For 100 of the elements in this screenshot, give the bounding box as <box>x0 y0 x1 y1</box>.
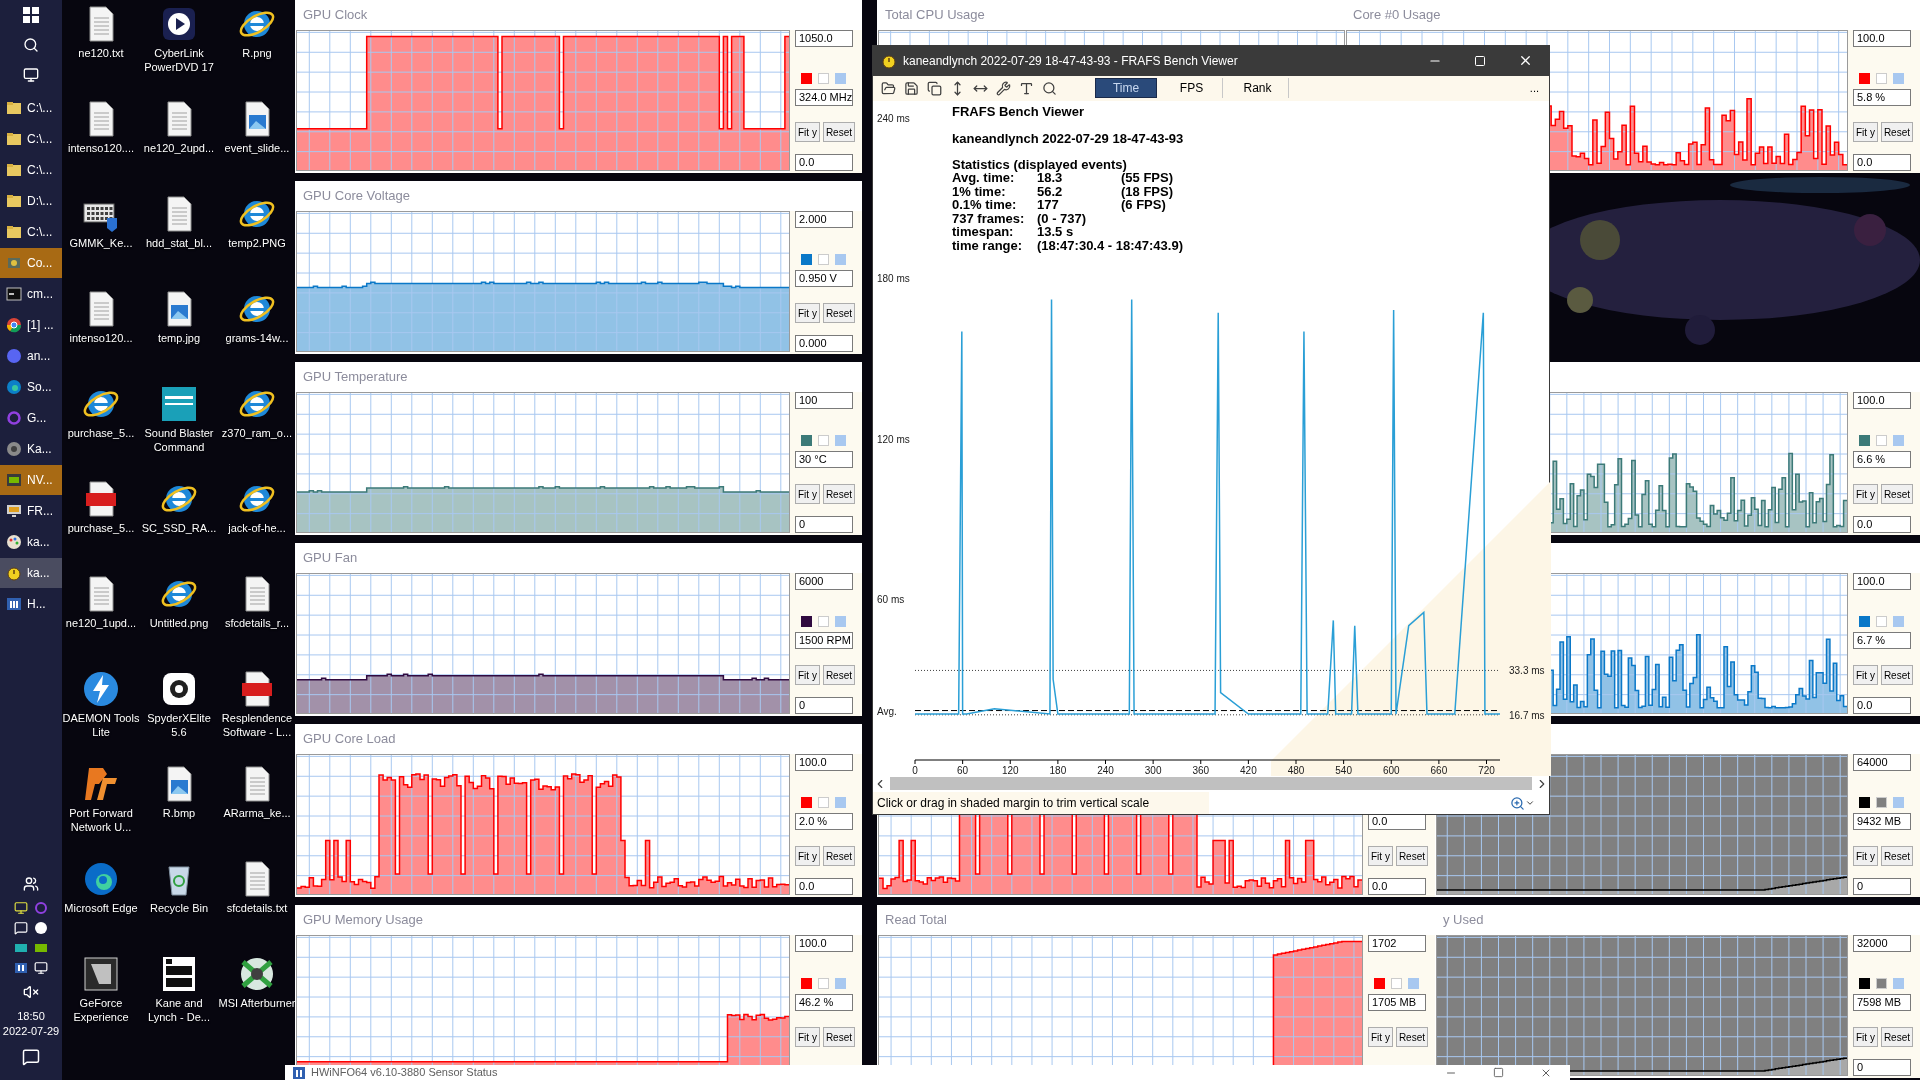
desktop-shortcut[interactable]: GMMK_Ke... <box>62 194 140 289</box>
taskbar-button[interactable]: C:\... <box>0 217 62 247</box>
reset-button[interactable]: Reset <box>822 846 855 866</box>
desktop-shortcut[interactable]: intenso120.... <box>62 99 140 194</box>
color-swatch[interactable] <box>818 797 829 808</box>
color-swatch[interactable] <box>818 978 829 989</box>
current-value-field[interactable]: 6.6 % <box>1853 451 1911 468</box>
current-value-field[interactable]: 30 °C <box>795 451 853 468</box>
desktop-shortcut[interactable]: ne120.txt <box>62 4 140 99</box>
max-value-field[interactable]: 2.000 <box>795 211 853 228</box>
taskbar-button[interactable]: [1] ... <box>0 310 62 340</box>
desktop-shortcut[interactable]: purchase_5... <box>62 479 140 574</box>
min-value-field[interactable]: 0.000 <box>795 335 853 352</box>
color-swatch[interactable] <box>1859 73 1870 84</box>
desktop-shortcut[interactable]: SC_SSD_RA... <box>140 479 218 574</box>
color-swatch[interactable] <box>801 978 812 989</box>
desktop-shortcut[interactable]: Untitled.png <box>140 574 218 669</box>
color-swatch[interactable] <box>1893 73 1904 84</box>
fit-y-button[interactable]: Fit y <box>1853 122 1878 142</box>
fit-y-button[interactable]: Fit y <box>795 1027 820 1047</box>
taskbar-button[interactable]: NV... <box>0 465 62 495</box>
taskbar-button[interactable]: FR... <box>0 496 62 526</box>
scrollbar-thumb[interactable] <box>890 777 1532 790</box>
reset-button[interactable]: Reset <box>1395 1027 1428 1047</box>
task-view-icon[interactable] <box>23 67 39 83</box>
color-swatch[interactable] <box>1859 616 1870 627</box>
chat-icon[interactable] <box>14 921 28 935</box>
fit-y-button[interactable]: Fit y <box>1853 484 1878 504</box>
color-swatch[interactable] <box>1859 797 1870 808</box>
color-swatch[interactable] <box>1391 978 1402 989</box>
color-swatch[interactable] <box>1876 435 1887 446</box>
reset-button[interactable]: Reset <box>822 303 855 323</box>
color-swatch[interactable] <box>1859 435 1870 446</box>
taskbar-button[interactable]: Co... <box>0 248 62 278</box>
color-swatch[interactable] <box>1893 797 1904 808</box>
fit-y-button[interactable]: Fit y <box>1368 1027 1393 1047</box>
fit-y-button[interactable]: Fit y <box>795 122 820 142</box>
taskbar-button[interactable]: ka... <box>0 527 62 557</box>
desktop-shortcut[interactable]: R.bmp <box>140 764 218 859</box>
taskbar-button[interactable]: So... <box>0 372 62 402</box>
taskbar-button[interactable]: ka... <box>0 558 62 588</box>
reset-button[interactable]: Reset <box>822 665 855 685</box>
wrench-icon[interactable] <box>996 80 1011 96</box>
max-value-field[interactable]: 100.0 <box>1853 392 1911 409</box>
desktop-shortcut[interactable]: sfcdetails.txt <box>218 859 296 954</box>
reset-button[interactable]: Reset <box>1880 1027 1913 1047</box>
color-swatch[interactable] <box>1876 797 1887 808</box>
min-value-field[interactable]: 0 <box>1853 1059 1911 1076</box>
min-value-field[interactable]: 0.0 <box>795 154 853 171</box>
current-value-field[interactable]: 7598 MB <box>1853 994 1911 1011</box>
reset-button[interactable]: Reset <box>1395 846 1428 866</box>
reset-button[interactable]: Reset <box>822 122 855 142</box>
ring-icon[interactable] <box>34 901 48 915</box>
color-swatch[interactable] <box>801 254 812 265</box>
desktop-shortcut[interactable]: GeForce Experience <box>62 954 140 1049</box>
max-value-field[interactable]: 100.0 <box>795 935 853 952</box>
desktop-shortcut[interactable]: Sound Blaster Command <box>140 384 218 479</box>
current-value-field[interactable]: 2.0 % <box>795 813 853 830</box>
color-swatch[interactable] <box>1859 978 1870 989</box>
desktop-shortcut[interactable]: MSI Afterburner <box>218 954 296 1049</box>
folder-icon[interactable] <box>881 80 896 96</box>
color-swatch[interactable] <box>835 73 846 84</box>
color-swatch[interactable] <box>835 616 846 627</box>
min-value-field[interactable]: 0 <box>795 697 853 714</box>
taskbar-button[interactable]: an... <box>0 341 62 371</box>
monitor-icon[interactable] <box>14 901 28 915</box>
desktop-shortcut[interactable]: ne120_1upd... <box>62 574 140 669</box>
desktop-shortcut[interactable]: Port Forward Network U... <box>62 764 140 859</box>
desktop-shortcut[interactable]: DAEMON Tools Lite <box>62 669 140 764</box>
desktop-shortcut[interactable]: hdd_stat_bl... <box>140 194 218 289</box>
max-value-field[interactable]: 100.0 <box>1853 30 1911 47</box>
color-swatch[interactable] <box>818 616 829 627</box>
view-tab[interactable]: Rank <box>1227 78 1289 99</box>
color-swatch[interactable] <box>818 254 829 265</box>
min-value-field[interactable]: 0 <box>1853 878 1911 895</box>
network-icon[interactable] <box>34 961 48 975</box>
taskbar-button[interactable]: cm... <box>0 279 62 309</box>
min-value-field[interactable]: 0 <box>795 516 853 533</box>
caret-icon[interactable] <box>1525 798 1535 808</box>
reset-button[interactable]: Reset <box>822 1027 855 1047</box>
current-value-field[interactable]: 9432 MB <box>1853 813 1911 830</box>
current-value-field[interactable]: 324.0 MHz <box>795 89 853 106</box>
desktop-shortcut[interactable]: ne120_2upd... <box>140 99 218 194</box>
color-swatch[interactable] <box>818 73 829 84</box>
taskbar-button[interactable]: Ka... <box>0 434 62 464</box>
fit-y-button[interactable]: Fit y <box>795 665 820 685</box>
fit-y-button[interactable]: Fit y <box>795 303 820 323</box>
reset-button[interactable]: Reset <box>1880 484 1913 504</box>
view-tab[interactable]: FPS <box>1161 78 1223 99</box>
fit-y-button[interactable]: Fit y <box>1853 846 1878 866</box>
color-swatch[interactable] <box>1893 435 1904 446</box>
taskbar-button[interactable]: C:\... <box>0 124 62 154</box>
min-value-field[interactable]: 0.0 <box>795 878 853 895</box>
card-icon[interactable] <box>14 941 28 955</box>
desktop-shortcut[interactable]: Resplendence Software - L... <box>218 669 296 764</box>
max-value-field[interactable]: 100.0 <box>1853 573 1911 590</box>
desktop-shortcut[interactable]: temp2.PNG <box>218 194 296 289</box>
notification-icon[interactable] <box>22 1048 40 1066</box>
bars-icon[interactable] <box>14 961 28 975</box>
color-swatch[interactable] <box>835 435 846 446</box>
